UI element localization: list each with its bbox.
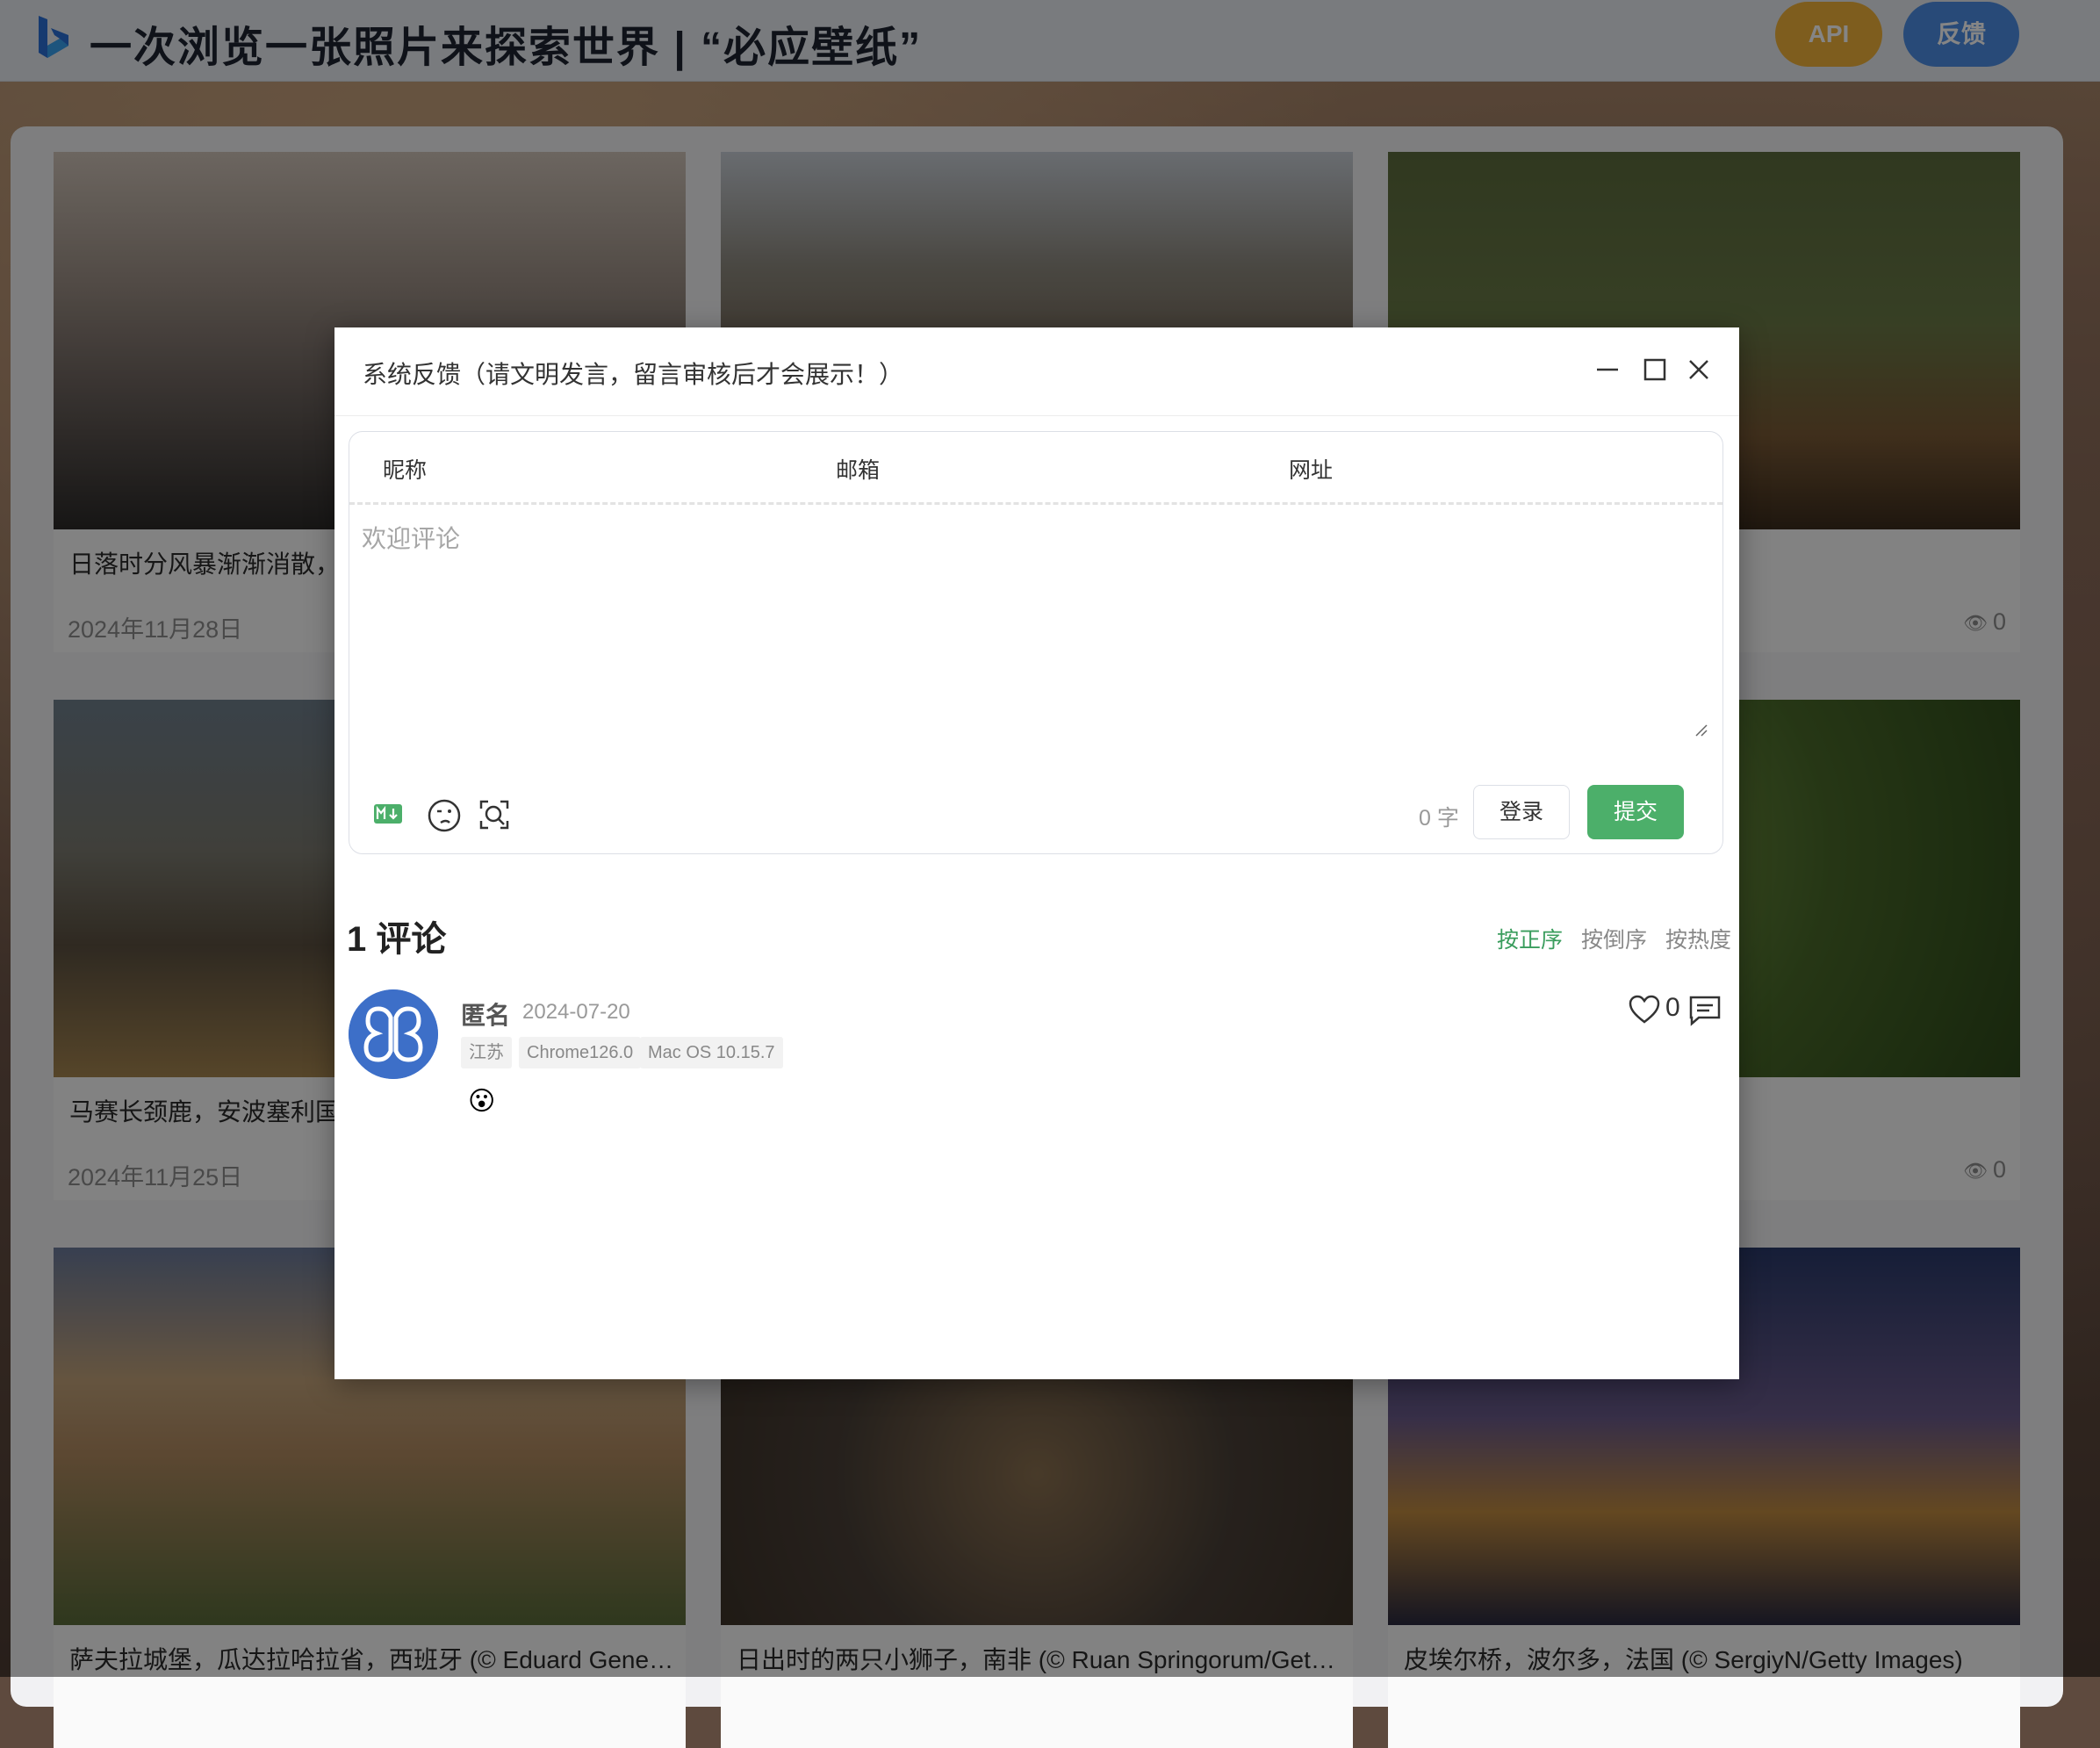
- nickname-field[interactable]: 昵称: [383, 453, 427, 485]
- maximize-icon[interactable]: [1637, 352, 1672, 387]
- reply-icon[interactable]: [1688, 995, 1722, 1026]
- minimize-icon[interactable]: [1590, 352, 1625, 387]
- login-button[interactable]: 登录: [1473, 785, 1570, 839]
- email-field[interactable]: 邮箱: [836, 453, 880, 485]
- comment-meta-row: 昵称 邮箱 网址: [349, 432, 1722, 505]
- markdown-icon[interactable]: [374, 804, 402, 824]
- resize-handle-icon[interactable]: [1694, 723, 1708, 737]
- sort-popularity-tab[interactable]: 按热度: [1665, 923, 1731, 954]
- dialog-title: 系统反馈（请文明发言，留言审核后才会展示！）: [363, 361, 904, 388]
- sort-ascending-tab[interactable]: 按正序: [1497, 923, 1563, 954]
- comment-count-title: 1 评论: [347, 920, 447, 959]
- avatar: [349, 989, 438, 1079]
- like-count: 0: [1665, 993, 1680, 1022]
- emoji-icon[interactable]: [427, 798, 462, 833]
- location-tag: 江苏: [461, 1037, 512, 1068]
- close-icon[interactable]: [1681, 352, 1716, 387]
- url-field[interactable]: 网址: [1289, 453, 1333, 485]
- char-count: 0 字: [1419, 806, 1459, 831]
- comment-form: 昵称 邮箱 网址 欢迎评论 0 字 登录 提交: [349, 431, 1723, 854]
- image-search-icon[interactable]: [476, 796, 513, 833]
- heart-icon[interactable]: [1629, 995, 1660, 1025]
- sort-descending-tab[interactable]: 按倒序: [1581, 923, 1647, 954]
- dialog-header: 系统反馈（请文明发言，留言审核后才会展示！）: [334, 327, 1739, 416]
- comment-date: 2024-07-20: [522, 1000, 630, 1024]
- comment-textarea[interactable]: 欢迎评论: [362, 520, 460, 555]
- comment-author: 匿名: [461, 1002, 511, 1029]
- browser-tag: Chrome126.0: [519, 1037, 642, 1068]
- submit-button[interactable]: 提交: [1587, 785, 1684, 839]
- feedback-dialog: 系统反馈（请文明发言，留言审核后才会展示！） 昵称 邮箱 网址 欢迎评论 0 字…: [334, 327, 1739, 1379]
- comment-content: 😮: [468, 1087, 496, 1116]
- os-tag: Mac OS 10.15.7: [640, 1037, 783, 1068]
